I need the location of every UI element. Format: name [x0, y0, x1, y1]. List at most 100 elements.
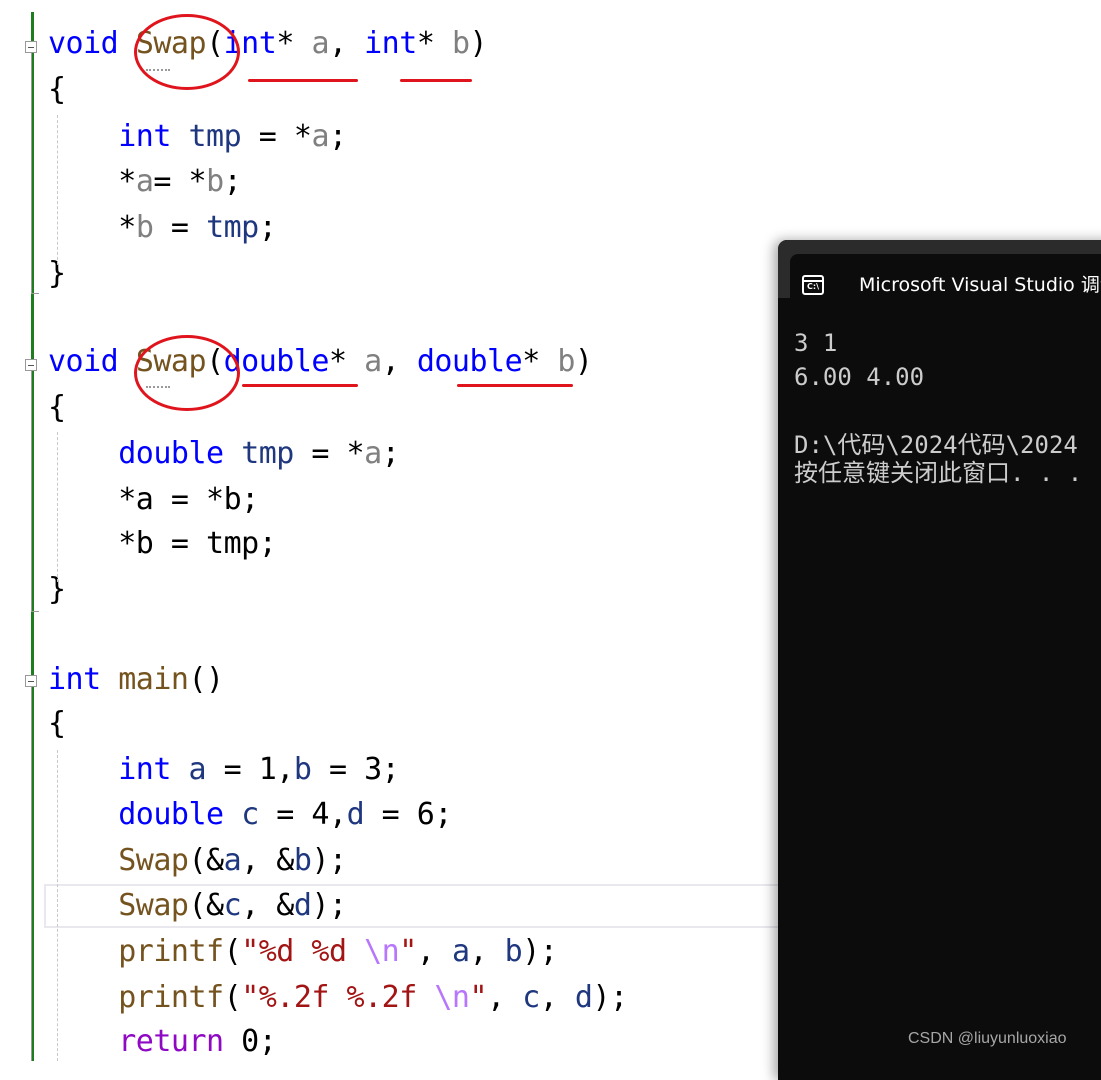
code-token: ); — [522, 934, 558, 969]
console-output-line: 3 1 — [794, 329, 838, 357]
code-token: "%.2f %.2f — [241, 980, 435, 1015]
code-line[interactable]: int a = 1,b = 3; — [48, 748, 399, 792]
code-line[interactable]: void Swap(double* a, double* b) — [48, 340, 593, 384]
code-token: , & — [241, 843, 294, 878]
console-title: Microsoft Visual Studio 调试控制台 — [859, 274, 1101, 296]
code-token: (& — [188, 843, 225, 878]
code-token: printf — [118, 980, 224, 1015]
annotation-underline-int-b — [400, 79, 472, 82]
outline-guide-end — [31, 611, 39, 612]
code-token: ); — [311, 843, 347, 878]
code-token: " — [469, 980, 488, 1015]
code-token: ; — [223, 164, 242, 199]
code-token: a — [135, 164, 154, 199]
code-token: *b = tmp; — [48, 526, 277, 561]
fold-toggle-main[interactable] — [25, 675, 37, 687]
code-token: * — [48, 210, 136, 245]
code-token: = — [153, 210, 207, 245]
code-token: d — [346, 797, 365, 832]
code-line[interactable]: return 0; — [48, 1020, 277, 1064]
code-token: = 1, — [206, 752, 295, 787]
code-token: , — [487, 980, 523, 1015]
code-token: b — [135, 210, 154, 245]
code-line[interactable]: double c = 4,d = 6; — [48, 793, 452, 837]
code-token: , — [416, 934, 452, 969]
code-token: ); — [592, 980, 628, 1015]
code-token: = 4, — [258, 797, 347, 832]
code-line[interactable]: printf("%.2f %.2f \n", c, d); — [48, 976, 628, 1020]
code-token: c — [522, 980, 540, 1015]
code-line[interactable]: void Swap(int* a, int* b) — [48, 22, 488, 66]
code-token: " — [399, 934, 417, 969]
code-token: void — [48, 344, 119, 379]
code-token: double — [118, 436, 224, 471]
code-token: = 3; — [311, 752, 400, 787]
code-token: b — [504, 934, 523, 969]
code-token: b — [451, 26, 470, 61]
indent-guide — [57, 115, 58, 265]
code-token: , — [539, 980, 575, 1015]
annotation-underline-double-a — [242, 384, 358, 387]
code-token: ; — [329, 119, 347, 154]
code-token: ( — [223, 980, 242, 1015]
code-token: b — [557, 344, 575, 379]
code-token: d — [574, 980, 593, 1015]
code-token: * — [416, 26, 452, 61]
fold-toggle-swap-double[interactable] — [25, 359, 37, 371]
code-token: = * — [293, 436, 365, 471]
code-token: b — [206, 164, 224, 199]
annotation-circle-swap-double — [134, 335, 240, 411]
code-line[interactable]: { — [48, 68, 66, 112]
code-token: a — [311, 119, 329, 154]
indent-guide — [57, 750, 58, 1061]
console-icon: C:\ — [802, 275, 824, 295]
code-token: ; — [381, 436, 400, 471]
code-token: int — [118, 119, 171, 154]
outline-guide — [31, 687, 32, 1061]
code-token: double — [118, 797, 224, 832]
code-line[interactable]: printf("%d %d \n", a, b); — [48, 930, 558, 974]
fold-toggle-swap-int[interactable] — [25, 41, 37, 53]
code-line[interactable]: { — [48, 386, 66, 430]
code-line[interactable]: *b = tmp; — [48, 522, 277, 566]
code-token: \n — [364, 934, 400, 969]
code-token: a — [311, 26, 329, 61]
code-line[interactable]: double tmp = *a; — [48, 432, 399, 476]
code-line[interactable]: *b = tmp; — [48, 206, 277, 250]
code-token: 0; — [223, 1024, 277, 1059]
code-line[interactable]: { — [48, 702, 66, 746]
code-token: *a = *b; — [48, 482, 259, 517]
code-token: b — [293, 752, 312, 787]
code-line[interactable]: *a= *b; — [48, 160, 241, 204]
code-token: () — [188, 662, 225, 697]
code-line[interactable]: int tmp = *a; — [48, 115, 347, 159]
outline-guide — [31, 53, 32, 293]
code-token: ( — [223, 934, 242, 969]
code-line[interactable]: Swap(&a, &b); — [48, 839, 347, 883]
code-token: { — [48, 390, 66, 425]
code-token: main — [118, 662, 189, 697]
debug-console-window[interactable]: C:\ Microsoft Visual Studio 调试控制台 3 1 6.… — [778, 240, 1101, 1080]
code-token: int — [118, 752, 171, 787]
code-token: int — [364, 26, 417, 61]
code-token: a — [188, 752, 207, 787]
code-line[interactable]: int main() — [48, 658, 224, 702]
code-token: "%d %d — [241, 934, 365, 969]
code-token: , — [381, 344, 417, 379]
code-token: int — [48, 662, 101, 697]
code-token: = * — [241, 119, 312, 154]
code-token: { — [48, 72, 66, 107]
outline-guide-end — [31, 293, 39, 294]
code-token: double — [416, 344, 523, 379]
code-token: , — [469, 934, 505, 969]
code-token: = 6; — [364, 797, 453, 832]
code-line[interactable]: *a = *b; — [48, 478, 259, 522]
